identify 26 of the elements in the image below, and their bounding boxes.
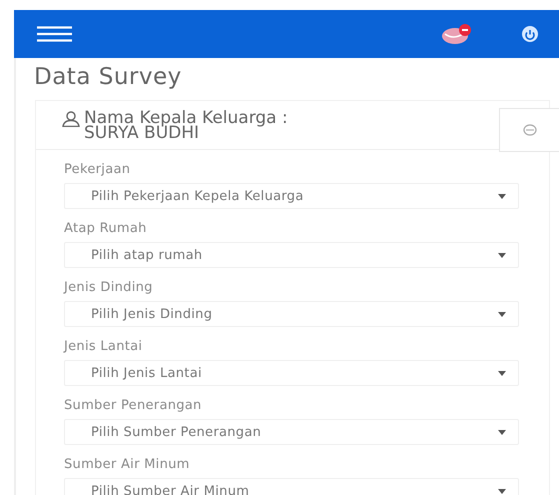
select-field[interactable]: Pilih Jenis Lantai [64, 360, 519, 386]
menu-icon [36, 26, 72, 42]
field-label: Atap Rumah [64, 221, 148, 236]
select-field[interactable]: Pilih Jenis Dinding [64, 301, 519, 327]
field-label: Jenis Dinding [64, 280, 154, 295]
power-button[interactable] [521, 25, 539, 43]
head-of-family-text: Nama Kepala Keluarga : SURYA BUDHI [84, 111, 288, 141]
caret-icon [498, 194, 506, 198]
field-label: Sumber Air Minum [64, 457, 191, 472]
select-field[interactable]: Pilih Sumber Air Minum [64, 478, 519, 495]
page-title: Data Survey [34, 64, 183, 90]
select-field[interactable]: Pilih atap rumah [64, 242, 519, 268]
user-icon [62, 111, 80, 127]
caret-icon [498, 370, 506, 376]
caret-icon [498, 312, 506, 316]
menu-button[interactable] [36, 26, 72, 42]
caret-icon [498, 430, 506, 434]
caret-icon [498, 252, 506, 258]
field-label: Jenis Lantai [64, 339, 144, 354]
field-label: Sumber Penerangan [64, 398, 203, 413]
side-toggle-button[interactable] [499, 108, 559, 152]
select-field[interactable]: Pilih Pekerjaan Kepela Keluarga [64, 183, 519, 209]
select-field[interactable]: Pilih Sumber Penerangan [64, 419, 519, 445]
power-icon [521, 25, 539, 43]
caret-icon [498, 488, 506, 494]
field-label: Pekerjaan [64, 162, 132, 177]
